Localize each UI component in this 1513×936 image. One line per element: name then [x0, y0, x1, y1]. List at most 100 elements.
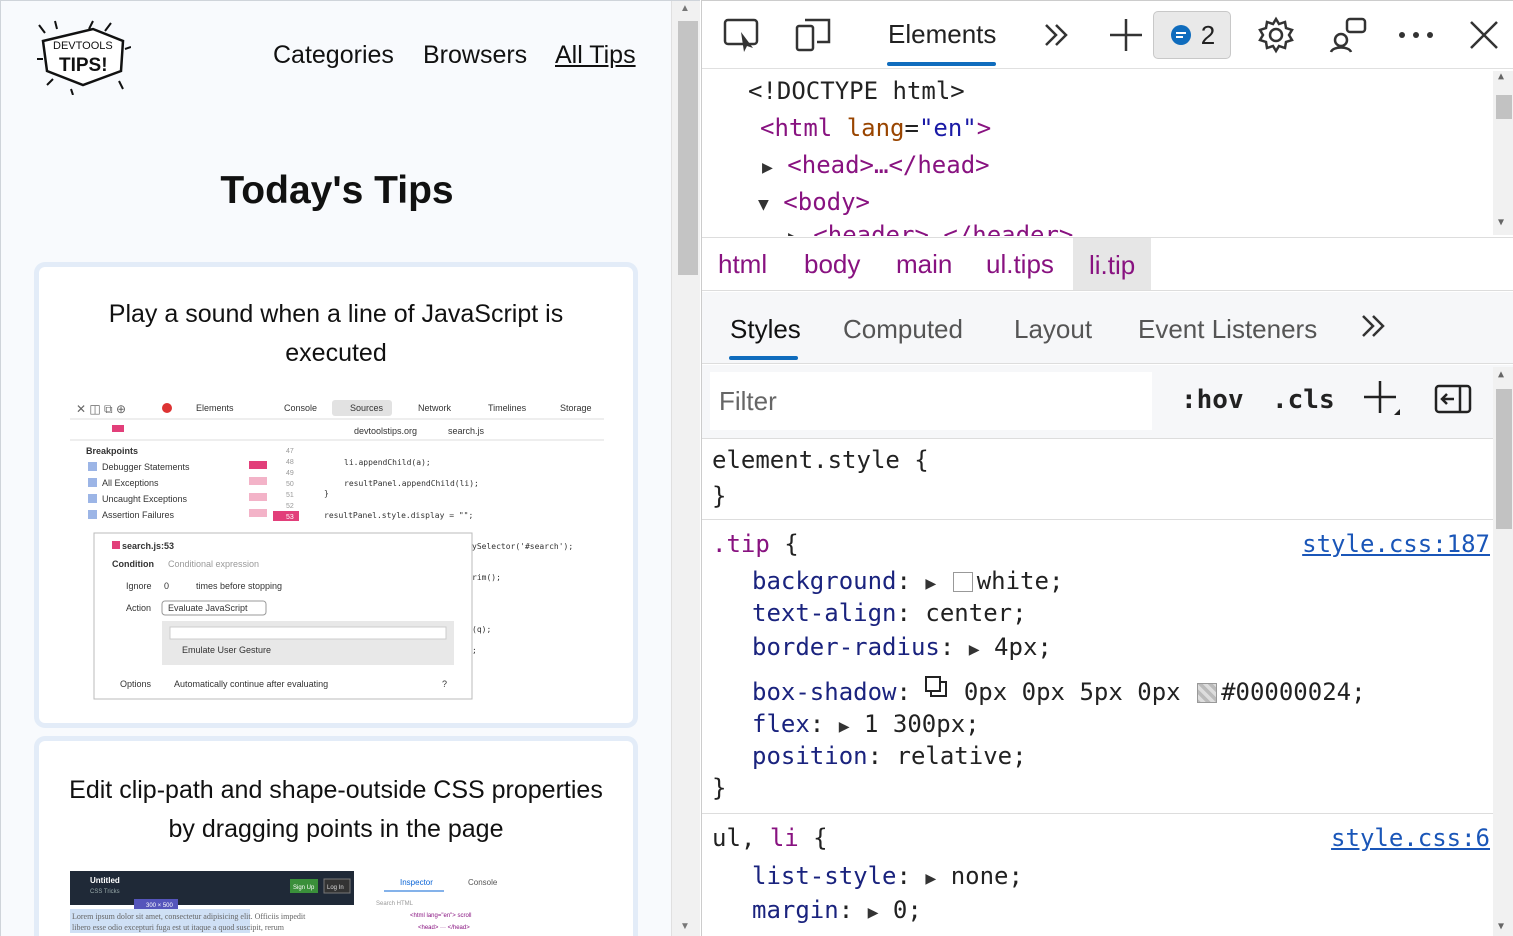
tab-computed[interactable]: Computed: [843, 314, 963, 345]
inspect-element-icon[interactable]: [722, 15, 762, 55]
scroll-up-icon[interactable]: ▲: [1498, 71, 1504, 82]
css-value-color[interactable]: #00000024;: [1221, 678, 1366, 706]
more-subtabs-icon[interactable]: [1360, 312, 1386, 347]
dom-tree[interactable]: <!DOCTYPE html> <html lang="en"> ▶ <head…: [702, 71, 1513, 236]
css-declaration[interactable]: text-align: center;: [752, 599, 1027, 627]
css-value[interactable]: relative;: [897, 742, 1027, 770]
new-rule-icon[interactable]: [1362, 379, 1402, 426]
expand-triangle-icon[interactable]: ▶: [969, 639, 980, 660]
color-swatch[interactable]: [952, 572, 973, 592]
source-link[interactable]: style.css:187: [1302, 530, 1490, 558]
close-devtools-icon[interactable]: [1464, 15, 1504, 55]
device-emulation-icon[interactable]: [794, 15, 834, 55]
dom-doctype[interactable]: <!DOCTYPE html>: [748, 77, 965, 105]
css-value[interactable]: 1 300px;: [864, 710, 980, 738]
dom-attr-value: "en": [918, 114, 977, 142]
tip-card[interactable]: Edit clip-path and shape-outside CSS pro…: [39, 741, 633, 936]
css-declaration[interactable]: position: relative;: [752, 742, 1027, 770]
css-declaration[interactable]: list-style: ▶ none;: [752, 862, 1023, 890]
expand-triangle-icon[interactable]: ▶: [925, 868, 936, 889]
shot-line-number: 50: [286, 481, 294, 488]
css-declaration[interactable]: margin: ▶ 0;: [752, 896, 922, 924]
css-declaration[interactable]: background: ▶ white;: [752, 567, 1063, 595]
dom-html-open: <html: [760, 114, 833, 142]
issues-badge[interactable]: 2: [1153, 11, 1231, 59]
expand-triangle-icon[interactable]: ▶: [788, 227, 799, 236]
shot-line-number: 49: [286, 470, 294, 477]
shadow-editor-icon[interactable]: [925, 676, 949, 706]
css-property[interactable]: flex: [752, 710, 810, 738]
nav-link-all-tips[interactable]: All Tips: [555, 41, 636, 70]
css-property[interactable]: list-style: [752, 862, 897, 890]
css-property[interactable]: position: [752, 742, 868, 770]
breadcrumb-body[interactable]: body: [804, 249, 860, 280]
nav-link-categories[interactable]: Categories: [273, 41, 394, 70]
dom-scrollbar[interactable]: ▲ ▼: [1493, 71, 1513, 235]
expand-triangle-icon[interactable]: ▶: [762, 157, 773, 178]
dom-body-node[interactable]: ▼ <body>: [758, 188, 870, 216]
scroll-down-icon[interactable]: ▼: [1498, 217, 1504, 228]
styles-scrollbar[interactable]: ▲ ▼: [1493, 367, 1513, 936]
expand-triangle-icon[interactable]: ▶: [839, 716, 850, 737]
collapse-triangle-icon[interactable]: ▼: [758, 194, 769, 215]
tip-card-title[interactable]: Play a sound when a line of JavaScript i…: [69, 295, 603, 373]
tab-event-listeners[interactable]: Event Listeners: [1138, 314, 1317, 345]
breadcrumb-html[interactable]: html: [718, 249, 767, 280]
css-property[interactable]: border-radius: [752, 633, 940, 661]
rule-tip[interactable]: .tip { style.css:187 background: ▶ white…: [702, 522, 1494, 814]
nav-link-browsers[interactable]: Browsers: [423, 41, 527, 70]
page-scrollbar[interactable]: ▲ ▼: [671, 1, 700, 936]
dom-head-node[interactable]: ▶ <head>…</head>: [762, 151, 990, 179]
tab-layout[interactable]: Layout: [1014, 314, 1092, 345]
styles-scrollbar-thumb[interactable]: [1496, 389, 1512, 529]
css-value[interactable]: 0;: [893, 896, 922, 924]
tip-card-title[interactable]: Edit clip-path and shape-outside CSS pro…: [69, 771, 603, 849]
more-tabs-icon[interactable]: [1036, 15, 1076, 55]
rule-element-style[interactable]: element.style { }: [702, 440, 1494, 520]
page-scrollbar-thumb[interactable]: [678, 21, 698, 275]
scroll-up-icon[interactable]: ▲: [680, 3, 690, 14]
dom-scrollbar-thumb[interactable]: [1496, 95, 1512, 119]
settings-gear-icon[interactable]: [1256, 15, 1296, 55]
css-property[interactable]: margin: [752, 896, 839, 924]
tab-styles[interactable]: Styles: [730, 314, 801, 345]
add-tab-icon[interactable]: [1106, 15, 1146, 55]
scroll-up-icon[interactable]: ▲: [1498, 369, 1504, 380]
breadcrumb-main[interactable]: main: [896, 249, 952, 280]
css-value[interactable]: none;: [951, 862, 1023, 890]
tip-card[interactable]: Play a sound when a line of JavaScript i…: [39, 267, 633, 723]
feedback-icon[interactable]: [1328, 15, 1368, 55]
css-value[interactable]: 4px;: [994, 633, 1052, 661]
shot2-search: Search HTML: [376, 901, 414, 907]
class-toggle[interactable]: .cls: [1272, 385, 1335, 415]
rule-selector[interactable]: element.style {: [712, 446, 929, 474]
css-value[interactable]: 0px 0px 5px 0px: [964, 678, 1181, 706]
dom-html-node[interactable]: <html lang="en">: [760, 114, 991, 142]
breadcrumb-ul-tips[interactable]: ul.tips: [986, 249, 1054, 280]
rule-selector-line[interactable]: ul, li {: [712, 824, 828, 852]
css-declaration[interactable]: flex: ▶ 1 300px;: [752, 710, 980, 738]
expand-triangle-icon[interactable]: ▶: [925, 573, 936, 594]
color-swatch[interactable]: [1197, 683, 1218, 703]
dom-header-node[interactable]: ▶ <header>…</header>: [788, 221, 1073, 236]
rule-ul-li[interactable]: ul, li { style.css:6 list-style: ▶ none;…: [702, 816, 1494, 936]
css-declaration[interactable]: box-shadow: 0px 0px 5px 0px #00000024;: [752, 676, 1366, 706]
hover-state-toggle[interactable]: :hov: [1181, 385, 1244, 415]
css-property[interactable]: background: [752, 567, 897, 595]
expand-triangle-icon[interactable]: ▶: [868, 902, 879, 923]
breadcrumb-li-tip[interactable]: li.tip: [1073, 238, 1152, 290]
css-property[interactable]: box-shadow: [752, 678, 897, 706]
rule-selector-line[interactable]: .tip {: [712, 530, 799, 558]
css-value[interactable]: center;: [925, 599, 1026, 627]
source-link[interactable]: style.css:6: [1331, 824, 1490, 852]
scroll-down-icon[interactable]: ▼: [680, 921, 690, 932]
site-logo[interactable]: DEVTOOLS TIPS!: [35, 19, 132, 96]
toggle-sidebar-icon[interactable]: [1434, 384, 1472, 421]
scroll-down-icon[interactable]: ▼: [1498, 921, 1504, 932]
css-declaration[interactable]: border-radius: ▶ 4px;: [752, 633, 1052, 661]
tab-elements[interactable]: Elements: [888, 19, 996, 50]
css-property[interactable]: text-align: [752, 599, 897, 627]
css-value[interactable]: white;: [977, 567, 1064, 595]
styles-filter-input[interactable]: [710, 372, 1152, 430]
more-options-icon[interactable]: [1396, 15, 1436, 55]
